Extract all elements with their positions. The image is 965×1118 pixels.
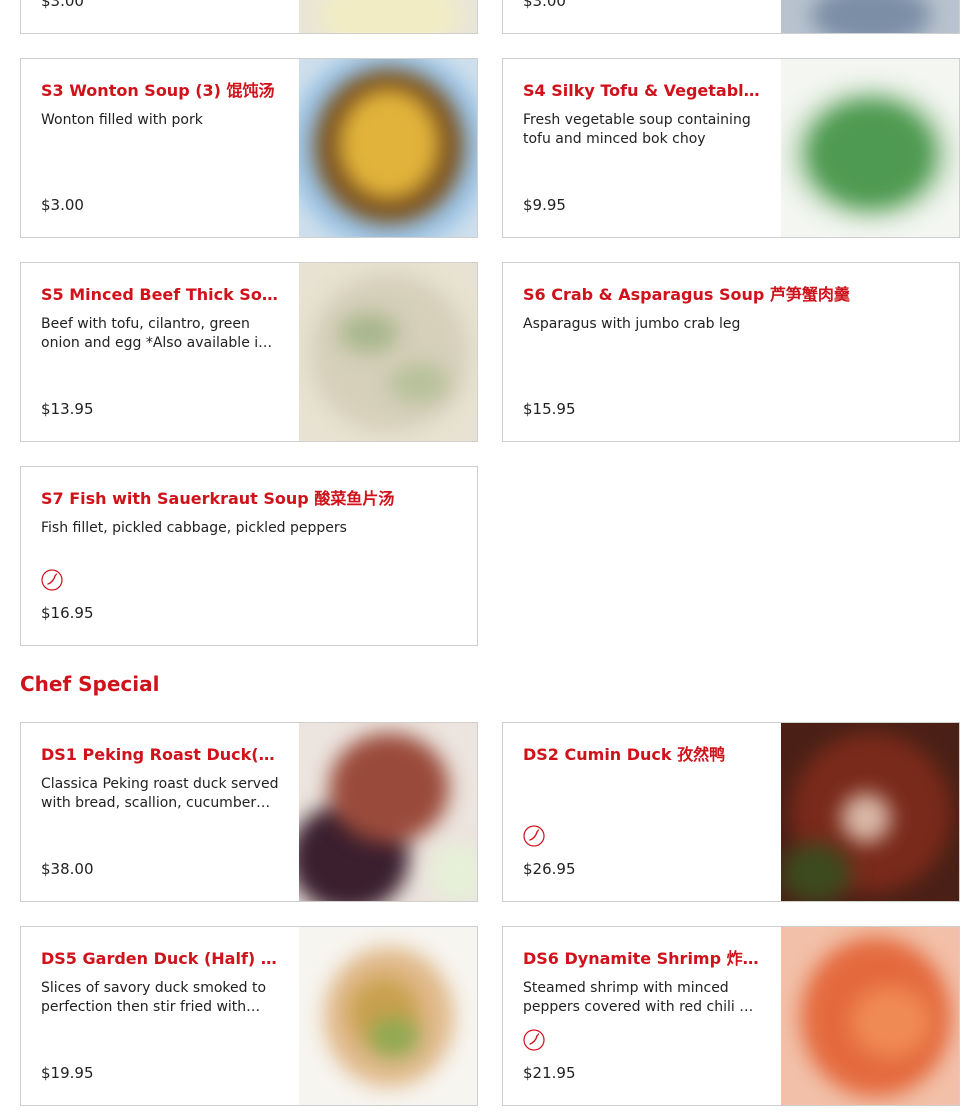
item-name: S6 Crab & Asparagus Soup 芦笋蟹肉羹 <box>523 285 850 304</box>
item-name: DS1 Peking Roast Duck(Half) 北京烤鸭 <box>41 745 279 764</box>
item-price: $3.00 <box>41 0 84 10</box>
item-description: Wonton filled with pork <box>41 112 203 128</box>
item-photo <box>299 723 477 901</box>
item-photo <box>299 927 477 1105</box>
item-description: Fresh vegetable soup containing tofu and… <box>523 112 751 147</box>
item-price: $26.95 <box>523 860 576 878</box>
item-name: S4 Silky Tofu & Vegetable Soup 豆腐青菜汤 <box>523 81 761 100</box>
chili-pepper-icon <box>41 569 63 591</box>
menu-item-card[interactable]: DS2 Cumin Duck 孜然鸭 $26.95 <box>502 722 960 902</box>
item-photo <box>299 263 477 441</box>
item-description: Classica Peking roast duck served with b… <box>41 776 279 811</box>
item-name: S3 Wonton Soup (3) 馄饨汤 <box>41 81 275 100</box>
item-photo <box>299 59 477 237</box>
item-name: DS5 Garden Duck (Half) 樟茶鸭 <box>41 949 279 968</box>
item-photo <box>781 927 959 1105</box>
item-description: Steamed shrimp with minced peppers cover… <box>523 980 756 1015</box>
item-name: S5 Minced Beef Thick Soup 西湖牛肉羹 <box>41 285 279 304</box>
menu-item-card[interactable]: S5 Minced Beef Thick Soup 西湖牛肉羹 Beef wit… <box>20 262 478 442</box>
item-price: $9.95 <box>523 196 566 214</box>
item-price: $3.00 <box>523 0 566 10</box>
menu-item-card[interactable]: DS6 Dynamite Shrimp 炸弹虾 Steamed shrimp w… <box>502 926 960 1106</box>
item-name: DS2 Cumin Duck 孜然鸭 <box>523 745 726 764</box>
item-price: $19.95 <box>41 1064 94 1082</box>
menu-item-card[interactable]: S7 Fish with Sauerkraut Soup 酸菜鱼片汤 Fish … <box>20 466 478 646</box>
menu-item-card[interactable]: DS1 Peking Roast Duck(Half) 北京烤鸭 Classic… <box>20 722 478 902</box>
chili-pepper-icon <box>523 1029 545 1051</box>
chili-pepper-icon <box>523 825 545 847</box>
menu-item-card[interactable]: S3 Wonton Soup (3) 馄饨汤 Wonton filled wit… <box>20 58 478 238</box>
section-title-chef-special: Chef Special <box>20 672 160 696</box>
item-photo <box>781 0 959 33</box>
item-price: $16.95 <box>41 604 94 622</box>
item-price: $3.00 <box>41 196 84 214</box>
item-price: $13.95 <box>41 400 94 418</box>
item-name: S7 Fish with Sauerkraut Soup 酸菜鱼片汤 <box>41 489 395 508</box>
item-description: Asparagus with jumbo crab leg <box>523 316 741 332</box>
menu-item-card[interactable]: $3.00 <box>502 0 960 34</box>
item-photo <box>781 59 959 237</box>
menu-item-card[interactable]: $3.00 <box>20 0 478 34</box>
item-name: DS6 Dynamite Shrimp 炸弹虾 <box>523 949 761 968</box>
item-price: $38.00 <box>41 860 94 878</box>
menu-item-card[interactable]: S6 Crab & Asparagus Soup 芦笋蟹肉羹 Asparagus… <box>502 262 960 442</box>
menu-item-card[interactable]: DS5 Garden Duck (Half) 樟茶鸭 Slices of sav… <box>20 926 478 1106</box>
item-price: $15.95 <box>523 400 576 418</box>
item-price: $21.95 <box>523 1064 576 1082</box>
item-description: Beef with tofu, cilantro, green onion an… <box>41 316 268 351</box>
menu-item-card[interactable]: S4 Silky Tofu & Vegetable Soup 豆腐青菜汤 Fre… <box>502 58 960 238</box>
item-description: Fish fillet, pickled cabbage, pickled pe… <box>41 520 347 536</box>
item-description: Slices of savory duck smoked to perfecti… <box>41 980 267 1015</box>
item-photo <box>781 723 959 901</box>
item-photo <box>299 0 477 33</box>
